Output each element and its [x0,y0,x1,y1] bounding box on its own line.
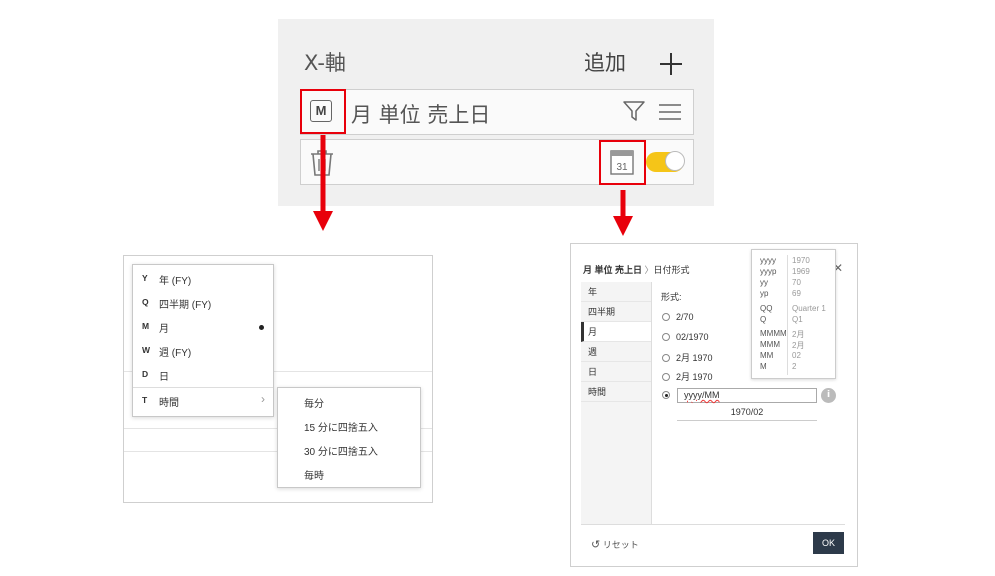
menu-item-label: 年 (FY) [159,276,192,287]
chevron-right-icon: › [261,392,265,406]
menu-item-label: 時間 [159,398,179,409]
nav-item-year[interactable]: 年 [581,282,651,302]
shortcut-key: W [142,345,151,355]
format-example: 2月 [792,330,805,339]
unit-nav: 年 四半期 月 週 日 時間 [581,282,652,524]
radio-checked-icon[interactable] [662,391,670,399]
menu-item-label: 四半期 (FY) [159,300,212,311]
nav-item-month[interactable]: 月 [581,322,651,342]
radio-icon[interactable] [662,354,670,362]
nav-item-week[interactable]: 週 [581,342,651,362]
format-preview: 1970/02 [677,407,817,421]
breadcrumb: 月 単位 売上日 〉日付形式 [583,263,690,276]
format-option[interactable]: 2月 1970 [662,351,713,364]
time-unit-menu: Y 年 (FY) Q 四半期 (FY) M 月 W 週 (FY) D 日 T 時… [132,264,274,417]
field-row: M 月 単位 売上日 [300,89,694,135]
toggle-knob [665,151,685,171]
calendar-highlight [599,140,646,185]
format-code: MMM [760,340,780,349]
format-code: yyyp [760,267,777,276]
format-code: QQ [760,304,773,313]
format-code: yp [760,289,769,298]
menu-item-day[interactable]: D 日 [133,363,273,387]
field-name: 月 単位 売上日 [351,103,491,127]
shortcut-key: T [142,395,148,405]
plus-icon[interactable] [658,51,684,77]
format-option[interactable]: 02/1970 [662,332,709,342]
custom-format-value: yyyy/MM [684,390,720,400]
selected-dot-icon [259,325,264,330]
format-example: 1970 [792,256,810,265]
radio-icon[interactable] [662,373,670,381]
menu-item-time[interactable]: T 時間 › [133,389,273,413]
menu-item-label: 日 [159,372,169,383]
custom-format-input[interactable]: yyyy/MM [677,388,817,403]
menu-item-quarter[interactable]: Q 四半期 (FY) [133,291,273,315]
menu-item-label: 週 (FY) [159,348,192,359]
custom-format-option[interactable] [662,390,676,400]
format-label: 形式: [661,292,682,302]
time-unit-panel: Y 年 (FY) Q 四半期 (FY) M 月 W 週 (FY) D 日 T 時… [123,255,433,503]
info-icon[interactable]: i [821,388,836,403]
option-label: 2月 1970 [676,372,713,382]
format-option[interactable]: 2月 1970 [662,370,713,383]
submenu-item[interactable]: 毎分 [304,395,324,410]
menu-item-week[interactable]: W 週 (FY) [133,339,273,363]
reset-label: リセット [602,540,639,550]
chevron-right-icon: 〉 [644,265,654,275]
nav-item-day[interactable]: 日 [581,362,651,382]
format-example: 2月 [792,341,805,350]
format-codes-tooltip: yyyy 1970 yyyp 1969 yy 70 yp 69 QQ Quart… [751,249,836,379]
format-code: M [760,362,767,371]
time-submenu: 毎分 15 分に四捨五入 30 分に四捨五入 毎時 [277,387,421,488]
format-example: 70 [792,278,801,287]
format-code: MMMM [760,329,787,338]
nav-item-quarter[interactable]: 四半期 [581,302,651,322]
nav-item-time[interactable]: 時間 [581,382,651,402]
format-code: yy [760,278,768,287]
arrow-down-icon [313,135,333,231]
radio-icon[interactable] [662,333,670,341]
menu-item-label: 月 [159,324,169,335]
format-code: MM [760,351,774,360]
radio-icon[interactable] [662,313,670,321]
format-code: yyyy [760,256,776,265]
menu-item-month[interactable]: M 月 [133,315,273,339]
format-code: Q [760,315,767,324]
shortcut-key: Q [142,297,149,307]
breadcrumb-page: 日付形式 [653,265,690,275]
format-example: 69 [792,289,801,298]
format-example: 1969 [792,267,810,276]
arrow-down-icon [613,190,633,236]
format-option[interactable]: 2/70 [662,312,694,322]
axis-title: X-軸 [304,51,346,75]
submenu-item[interactable]: 15 分に四捨五入 [304,419,378,434]
add-label[interactable]: 追加 [584,47,626,77]
divider [581,524,845,525]
submenu-item[interactable]: 30 分に四捨五入 [304,443,378,458]
option-label: 2月 1970 [676,353,713,363]
submenu-item[interactable]: 毎時 [304,467,324,482]
menu-divider [133,387,273,388]
menu-item-year[interactable]: Y 年 (FY) [133,267,273,291]
breadcrumb-field[interactable]: 月 単位 売上日 [583,265,642,275]
reset-button[interactable]: ↺ リセット [591,538,639,551]
badge-highlight [300,89,346,134]
format-example: 02 [792,351,801,360]
undo-icon: ↺ [591,539,601,551]
menu-icon[interactable] [658,102,682,122]
format-example: Q1 [792,315,803,324]
shortcut-key: M [142,321,150,331]
ok-button[interactable]: OK [813,532,844,554]
format-example: Quarter 1 [792,304,826,313]
shortcut-key: Y [142,273,148,283]
divider [787,255,788,375]
date-format-toggle[interactable] [646,151,685,172]
option-label: 2/70 [676,312,694,322]
filter-icon[interactable] [623,100,645,122]
shortcut-key: D [142,369,149,379]
format-example: 2 [792,362,797,371]
option-label: 02/1970 [676,332,709,342]
